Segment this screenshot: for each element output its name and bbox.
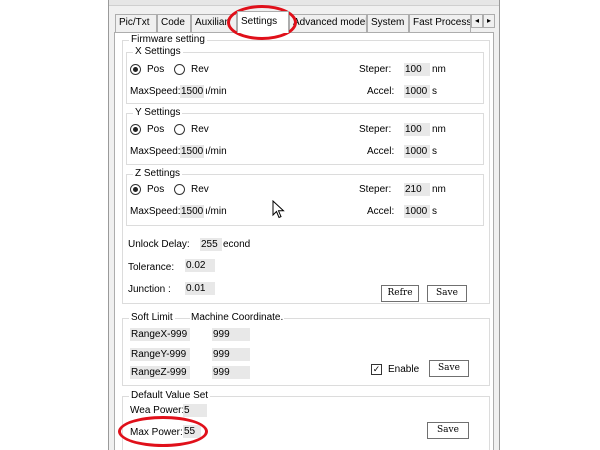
z-steper-label: Steper: [359,184,392,195]
refresh-button[interactable]: Refre [381,285,419,302]
soft-limit-subtitle: Machine Coordinate. [190,312,285,324]
y-pos-radio[interactable] [130,124,141,135]
z-settings-title: Z Settings [133,168,183,180]
y-maxspeed-unit: ı/min [205,146,227,157]
firmware-save-button[interactable]: Save [427,285,467,302]
default-value-title: Default Value Set [129,390,211,402]
y-pos-label: Pos [147,124,165,135]
z-maxspeed-input[interactable]: 1500 [180,205,204,218]
x-settings-title: X Settings [133,46,183,58]
tolerance-label: Tolerance: [128,262,175,273]
enable-label: Enable [388,364,420,375]
z-pos-radio[interactable] [130,184,141,195]
unlock-delay-label: Unlock Delay: [128,239,190,250]
x-accel-unit: s [432,86,437,97]
x-pos-label: Pos [147,64,165,75]
y-accel-input[interactable]: 1000 [404,145,430,158]
range-y-max-input[interactable]: 999 [212,348,250,361]
z-steper-input[interactable]: 210 [404,183,430,196]
y-rev-radio[interactable] [174,124,185,135]
x-rev-radio[interactable] [174,64,185,75]
z-settings-group: Z Settings [126,168,484,226]
tab-pic-txt[interactable]: Pic/Txt [115,14,157,32]
tab-scroll-right-icon[interactable]: ▸ [483,14,495,28]
tab-settings[interactable]: Settings [237,11,289,33]
tab-fast-process[interactable]: Fast Process [409,14,471,32]
tab-system[interactable]: System [367,14,409,32]
y-accel-label: Accel: [367,146,395,157]
range-z-max-input[interactable]: 999 [212,366,250,379]
y-accel-unit: s [432,146,437,157]
soft-limit-save-button[interactable]: Save [429,360,469,377]
x-accel-input[interactable]: 1000 [404,85,430,98]
y-steper-unit: nm [432,124,446,135]
y-steper-label: Steper: [359,124,392,135]
tab-code[interactable]: Code [157,14,191,32]
x-pos-radio[interactable] [130,64,141,75]
range-z-label: RangeZ-999 [130,366,190,379]
z-steper-unit: nm [432,184,446,195]
z-rev-label: Rev [191,184,209,195]
x-steper-label: Steper: [359,64,392,75]
y-rev-label: Rev [191,124,209,135]
z-accel-unit: s [432,206,437,217]
x-rev-label: Rev [191,64,209,75]
y-steper-input[interactable]: 100 [404,123,430,136]
max-power-highlight [118,416,208,447]
soft-limit-title: Soft Limit [129,312,175,324]
y-maxspeed-input[interactable]: 1500 [180,145,204,158]
tab-advanced-model[interactable]: Advanced model [289,14,367,32]
tolerance-input[interactable]: 0.02 [185,259,215,272]
x-accel-label: Accel: [367,86,395,97]
x-maxspeed-unit: ı/min [205,86,227,97]
unlock-delay-unit: econd [223,239,251,250]
z-rev-radio[interactable] [174,184,185,195]
junction-input[interactable]: 0.01 [185,282,215,295]
z-accel-label: Accel: [367,206,395,217]
x-steper-unit: nm [432,64,446,75]
default-value-save-button[interactable]: Save [427,422,469,439]
z-accel-input[interactable]: 1000 [404,205,430,218]
y-maxspeed-label: MaxSpeed: [130,146,181,157]
enable-checkbox[interactable]: ✓ [371,364,382,375]
range-x-label: RangeX-999 [130,328,190,341]
z-pos-label: Pos [147,184,165,195]
top-strip [109,0,499,6]
unlock-delay-input[interactable]: 255 [200,238,222,251]
tab-scroll-left-icon[interactable]: ◂ [471,14,483,28]
x-maxspeed-label: MaxSpeed: [130,86,181,97]
wea-power-input[interactable]: 5 [183,404,207,417]
z-maxspeed-label: MaxSpeed: [130,206,181,217]
junction-label: Junction : [128,284,171,295]
x-steper-input[interactable]: 100 [404,63,430,76]
mouse-cursor-icon [272,200,285,219]
range-x-max-input[interactable]: 999 [212,328,250,341]
z-maxspeed-unit: ı/min [205,206,227,217]
range-y-label: RangeY-999 [130,348,190,361]
firmware-setting-title: Firmware setting [129,34,207,46]
x-maxspeed-input[interactable]: 1500 [180,85,204,98]
y-settings-title: Y Settings [133,107,183,119]
